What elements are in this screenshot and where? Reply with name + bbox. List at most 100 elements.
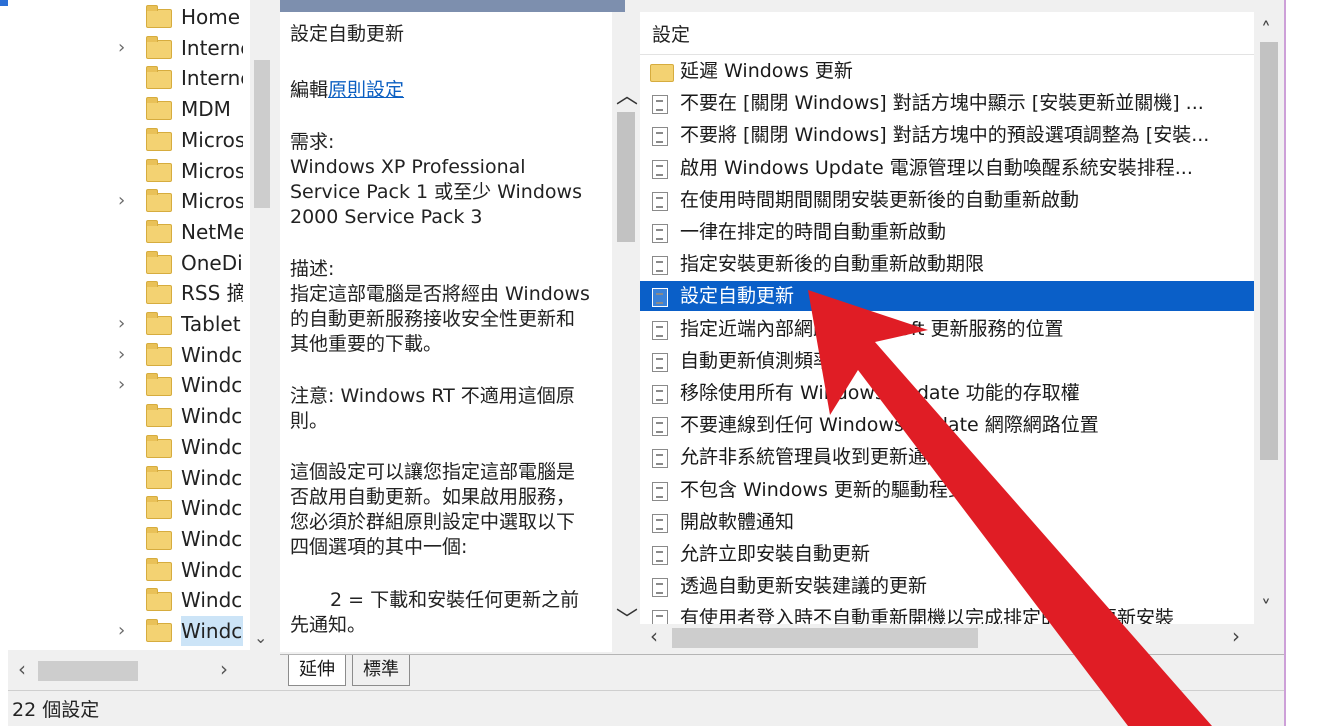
chevron-right-icon[interactable]: › [220,657,228,681]
chevron-right-icon[interactable]: › [1232,624,1240,648]
setting-label: 在使用時間期間關閉安裝更新後的自動重新啟動 [680,188,1080,211]
tree-item[interactable]: Micros [8,156,248,186]
tree-item[interactable]: Windc [8,555,248,585]
pane-header-strip [280,0,625,12]
policy-setting-icon [652,513,668,533]
folder-icon [146,557,172,581]
tree-item-label: Windc [181,616,243,646]
description-scroll-thumb[interactable] [617,112,635,242]
chevron-right-icon[interactable]: › [118,616,132,646]
setting-row[interactable]: 不要將 [關閉 Windows] 對話方塊中的預設選項調整為 [安裝... [640,120,1254,150]
policy-setting-icon [652,95,668,115]
settings-scroll-thumb[interactable] [1260,42,1278,460]
tree-item[interactable]: Windc [8,493,248,523]
setting-row[interactable]: 自動更新偵測頻率 [640,346,1254,376]
edit-line: 編輯原則設定 [290,78,590,103]
setting-row[interactable]: 延遲 Windows 更新 [640,56,1254,86]
setting-row[interactable]: 不要連線到任何 Windows Update 網際網路位置 [640,410,1254,440]
policy-setting-icon [652,191,668,211]
policy-setting-icon [652,352,668,372]
chevron-right-icon[interactable]: › [118,309,132,339]
chevron-right-icon[interactable]: › [118,370,132,400]
tab-standard[interactable]: 標準 [352,655,410,686]
chevron-down-icon[interactable]: ﹀ [616,602,638,634]
tree-item[interactable]: › Windc [8,340,248,370]
settings-horizontal-scrollbar[interactable]: ‹ › [640,624,1254,652]
setting-label: 不要將 [關閉 Windows] 對話方塊中的預設選項調整為 [安裝... [680,124,1210,147]
folder-icon [146,465,172,489]
tree-item[interactable]: Windc [8,401,248,431]
tree-item[interactable]: › Interne [8,33,248,63]
setting-row[interactable]: 開啟軟體通知 [640,507,1254,537]
tree-item[interactable]: Micros [8,125,248,155]
requirements-label: 需求: [290,131,335,153]
policy-setting-icon [652,127,668,147]
setting-row[interactable]: 移除使用所有 Windows Update 功能的存取權 [640,378,1254,408]
tree-item[interactable]: MDM [8,94,248,124]
tree-hscroll-thumb[interactable] [38,661,138,681]
view-tabs: 延伸 標準 [280,654,1284,689]
tree-item[interactable]: RSS 摘 [8,278,248,308]
folder-icon [146,526,172,550]
tab-extended[interactable]: 延伸 [288,655,346,686]
setting-row[interactable]: 指定安裝更新後的自動重新啟動期限 [640,249,1254,279]
policy-setting-icon [652,481,668,501]
setting-row[interactable]: 設定自動更新 [640,281,1254,312]
setting-row[interactable]: 透過自動更新安裝建議的更新 [640,571,1254,601]
tree-item-label: Windc [181,373,243,398]
tree-item[interactable]: › Windc [8,370,248,400]
option-text: 2 = 下載和安裝任何更新之前先通知。 [290,589,580,636]
setting-row[interactable]: 一律在排定的時間自動重新啟動 [640,217,1254,247]
settings-vertical-scrollbar[interactable]: ˄ ˅ [1254,12,1284,624]
chevron-right-icon[interactable]: › [118,340,132,370]
setting-row[interactable]: 不要在 [關閉 Windows] 對話方塊中顯示 [安裝更新並關機] ... [640,88,1254,118]
policy-tree: Home › Interne Interne MDM Micros Micros › Micro… [8,0,271,650]
tree-item[interactable]: Home [8,2,248,32]
chevron-right-icon[interactable]: › [118,186,132,216]
setting-label: 指定近端內部網路 Microsoft 更新服務的位置 [680,317,1064,340]
settings-column-header[interactable]: 設定 [652,20,690,47]
tree-horizontal-scrollbar[interactable]: ‹ › [8,655,270,687]
tree-item[interactable]: › Tablet [8,309,248,339]
folder-icon [146,219,172,243]
tree-item[interactable]: Windc [8,585,248,615]
policy-settings-link[interactable]: 原則設定 [328,79,404,101]
setting-row[interactable]: 不包含 Windows 更新的驅動程式 [640,475,1254,505]
tree-item[interactable]: › Windc [8,616,248,646]
description-scrollbar[interactable]: ︿ ﹀ [612,12,640,652]
description-title: 設定自動更新 [290,23,405,45]
tree-scroll-thumb[interactable] [254,60,270,208]
tree-item[interactable]: Interne [8,63,248,93]
setting-row[interactable]: 指定近端內部網路 Microsoft 更新服務的位置 [640,314,1254,344]
edit-prefix: 編輯 [290,79,329,101]
chevron-up-icon[interactable]: ︿ [616,78,638,110]
tree-item[interactable]: › Micros [8,186,248,216]
tree-item[interactable]: Windc [8,432,248,462]
description-text: 指定這部電腦是否將經由 Windows 的自動更新服務接收安全性更新和其他重要的… [290,283,590,355]
tree-vertical-scrollbar[interactable]: ⌄ [250,0,274,650]
policy-setting-icon [652,159,668,179]
folder-icon [650,64,674,82]
chevron-right-icon[interactable]: › [118,33,132,63]
tree-item[interactable]: Windc [8,463,248,493]
setting-row[interactable]: 允許非系統管理員收到更新通知 [640,442,1254,472]
chevron-left-icon[interactable]: ‹ [650,624,658,648]
setting-row[interactable]: 啟用 Windows Update 電源管理以自動喚醒系統安裝排程... [640,153,1254,183]
folder-icon [146,35,172,59]
setting-row[interactable]: 在使用時間期間關閉安裝更新後的自動重新啟動 [640,185,1254,215]
folder-icon [146,496,172,520]
tree-item[interactable]: NetMe [8,217,248,247]
setting-row[interactable]: 有使用者登入時不自動重新開機以完成排定的自動更新安裝 [640,603,1254,624]
setting-label: 透過自動更新安裝建議的更新 [680,575,928,598]
chevron-left-icon[interactable]: ‹ [18,657,26,681]
chevron-up-icon[interactable]: ˄ [1261,18,1271,42]
tree-item[interactable]: Windc [8,524,248,554]
tree-item-label: Windc [181,404,243,429]
settings-hscroll-thumb[interactable] [672,628,978,648]
tree-item-label: Windc [181,496,243,521]
tree-item[interactable]: OneDi [8,248,248,278]
chevron-down-icon[interactable]: ⌄ [254,628,267,647]
folder-icon [146,434,172,458]
setting-row[interactable]: 允許立即安裝自動更新 [640,539,1254,569]
chevron-down-icon[interactable]: ˅ [1261,596,1271,620]
